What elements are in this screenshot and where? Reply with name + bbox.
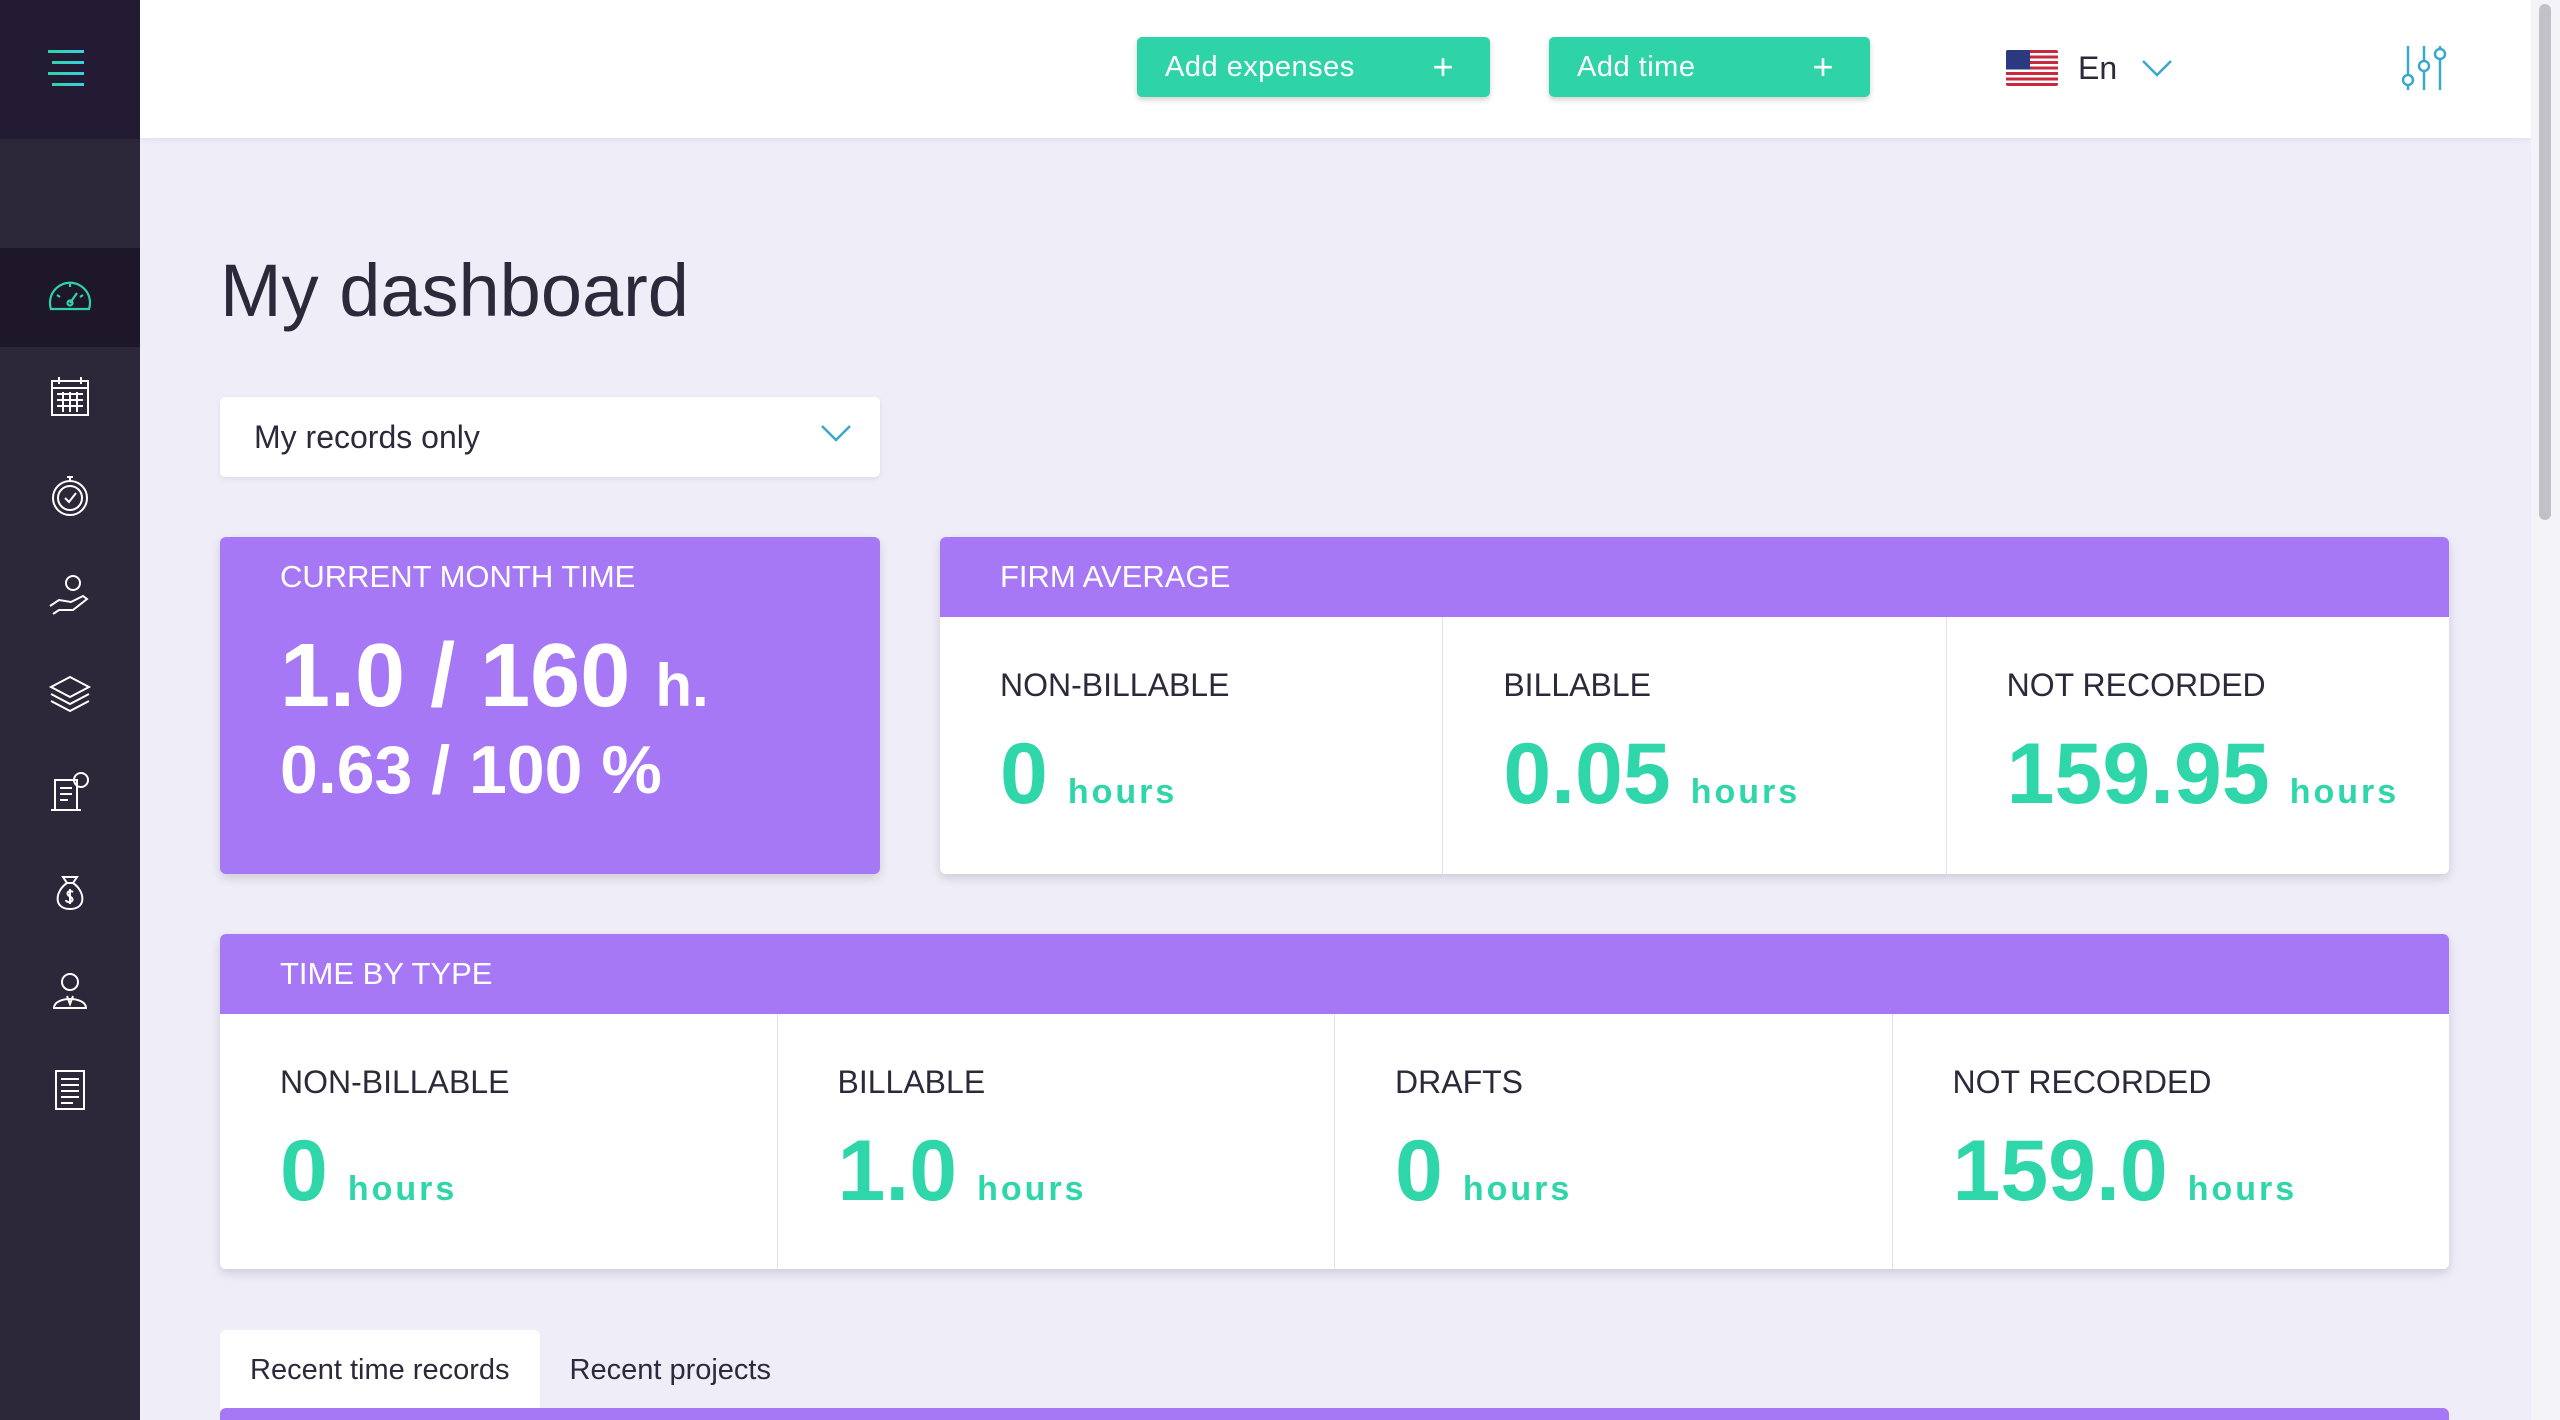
time-by-type-card: TIME BY TYPE NON-BILLABLE 0 hours BILLABL… [220, 934, 2449, 1269]
sidebar-item-payments[interactable] [0, 545, 140, 644]
current-month-percent: 0.63 / 100 % [280, 732, 662, 808]
stat-label: NOT RECORDED [2006, 667, 2266, 703]
money-bag-icon [56, 875, 84, 910]
stat-value: 0 [1395, 1123, 1443, 1219]
sidebar-item-documents[interactable] [0, 1040, 140, 1139]
recent-tabs: Recent time records Recent projects [220, 1330, 801, 1410]
firm-not-recorded-stat: NOT RECORDED 159.95 hours [1945, 617, 2449, 874]
stat-label: DRAFTS [1395, 1064, 1523, 1100]
current-month-hours-unit: h. [655, 652, 709, 719]
add-time-button[interactable]: Add time + [1549, 37, 1870, 97]
plus-icon: + [1812, 46, 1834, 87]
sidebar-item-finance[interactable] [0, 842, 140, 941]
settings-sliders-icon[interactable] [2401, 44, 2448, 97]
layers-icon [48, 675, 92, 712]
sidebar-item-projects[interactable] [0, 644, 140, 743]
stat-unit: hours [2289, 773, 2400, 811]
stat-label: NON-BILLABLE [1000, 667, 1230, 703]
hand-coin-icon [49, 574, 89, 615]
firm-nonbillable-stat: NON-BILLABLE 0 hours [940, 617, 1442, 874]
type-not-recorded-stat: NOT RECORDED 159.0 hours [1891, 1014, 2450, 1269]
current-month-card: CURRENT MONTH TIME 1.0 / 160 h. 0.63 / 1… [220, 537, 880, 874]
tab-recent-time-records[interactable]: Recent time records [220, 1330, 540, 1410]
stat-value: 0 [280, 1123, 328, 1219]
sidebar [0, 0, 140, 1420]
stat-unit: hours [347, 1170, 458, 1208]
document-icon [55, 1069, 85, 1110]
stat-label: BILLABLE [1503, 667, 1651, 703]
menu-toggle-icon[interactable] [48, 48, 90, 90]
records-filter-value: My records only [254, 418, 480, 455]
stat-label: NON-BILLABLE [280, 1064, 510, 1100]
invoice-icon [51, 771, 89, 811]
sidebar-item-timer[interactable] [0, 446, 140, 545]
top-bar: Add expenses + Add time + En [140, 0, 2560, 138]
stat-unit: hours [2187, 1170, 2298, 1208]
scrollbar[interactable] [2531, 0, 2560, 1420]
sidebar-item-dashboard[interactable] [0, 248, 140, 347]
records-filter-select[interactable]: My records only [220, 397, 880, 477]
stat-value: 159.0 [1952, 1123, 2168, 1219]
stopwatch-icon [52, 475, 88, 516]
stat-value: 159.95 [2006, 726, 2270, 822]
current-month-label: CURRENT MONTH TIME [280, 559, 636, 594]
time-by-type-title: TIME BY TYPE [220, 934, 2449, 1014]
stat-unit: hours [1462, 1170, 1573, 1208]
plus-icon: + [1432, 46, 1454, 87]
dashboard-gauge-icon [48, 281, 92, 310]
language-selector[interactable]: En [2006, 44, 2173, 92]
client-person-icon [52, 972, 88, 1009]
stat-value: 1.0 [837, 1123, 958, 1219]
calendar-icon [51, 376, 89, 416]
chevron-down-icon [2142, 60, 2173, 77]
tab-panel-header [220, 1408, 2449, 1420]
add-expenses-label: Add expenses [1165, 50, 1355, 83]
tab-recent-projects[interactable]: Recent projects [540, 1330, 802, 1410]
stat-unit: hours [1690, 773, 1801, 811]
firm-average-title: FIRM AVERAGE [940, 537, 2449, 617]
sidebar-nav [0, 248, 140, 1139]
add-time-label: Add time [1577, 50, 1696, 83]
stat-unit: hours [977, 1170, 1087, 1208]
us-flag-icon [2006, 50, 2058, 86]
firm-billable-stat: BILLABLE 0.05 hours [1442, 617, 1945, 874]
page-title: My dashboard [220, 249, 689, 332]
chevron-down-icon [821, 425, 851, 442]
type-nonbillable-stat: NON-BILLABLE 0 hours [220, 1014, 777, 1269]
stat-label: BILLABLE [837, 1064, 986, 1100]
firm-average-card: FIRM AVERAGE NON-BILLABLE 0 hours BILLABL… [940, 537, 2449, 874]
current-month-hours: 1.0 / 160 h. [280, 625, 709, 728]
stat-value: 0 [1000, 726, 1048, 822]
scrollbar-thumb[interactable] [2539, 4, 2551, 520]
stat-value: 0.05 [1503, 726, 1671, 822]
sidebar-item-calendar[interactable] [0, 347, 140, 446]
stat-unit: hours [1067, 773, 1178, 811]
add-expenses-button[interactable]: Add expenses + [1137, 37, 1490, 97]
type-billable-stat: BILLABLE 1.0 hours [776, 1014, 1335, 1269]
sidebar-item-clients[interactable] [0, 941, 140, 1040]
stat-label: NOT RECORDED [1952, 1064, 2212, 1100]
language-label: En [2078, 49, 2118, 86]
sidebar-header [0, 0, 140, 139]
current-month-hours-value: 1.0 / 160 [280, 626, 631, 726]
sidebar-item-invoices[interactable] [0, 743, 140, 842]
type-drafts-stat: DRAFTS 0 hours [1334, 1014, 1892, 1269]
